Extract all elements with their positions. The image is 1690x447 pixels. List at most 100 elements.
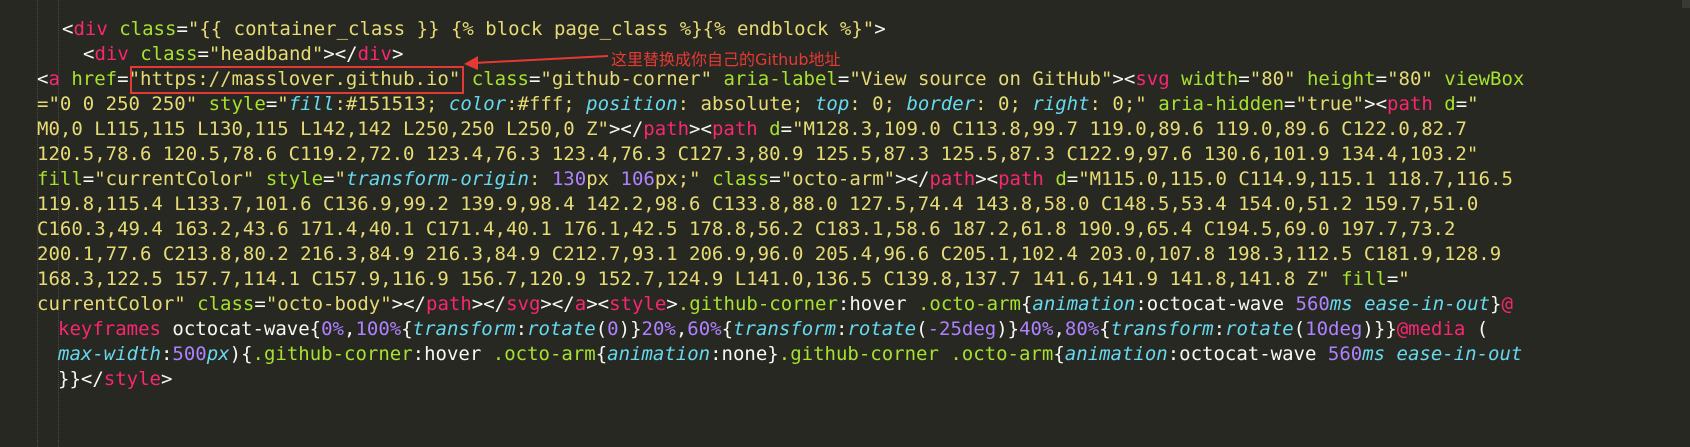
highlight-box bbox=[130, 66, 464, 94]
code-token: rotate bbox=[847, 318, 917, 340]
code-token: style bbox=[103, 368, 161, 390]
code-token: color bbox=[448, 93, 507, 115]
code-token: .github-corner bbox=[252, 343, 413, 365]
code-token: : bbox=[836, 318, 848, 340]
code-token: style bbox=[208, 93, 266, 115]
code-token: = bbox=[1386, 268, 1399, 290]
code-token: : bbox=[1213, 318, 1226, 340]
code-token: 130 bbox=[551, 168, 587, 190]
code-token: ){ bbox=[229, 343, 253, 365]
code-token: ( bbox=[1293, 318, 1306, 340]
code-token: class bbox=[140, 43, 198, 65]
code-token: 500 bbox=[172, 343, 207, 365]
code-token: 200.1,77.6 C213.8,80.2 216.3,84.9 216.3,… bbox=[37, 243, 1502, 265]
code-token: :#151513; bbox=[334, 93, 449, 115]
code-token: ="0 0 250 250" bbox=[37, 93, 198, 115]
code-token: 119.8,115.4 L133.7,101.6 C136.9,99.2 139… bbox=[37, 193, 1479, 215]
code-token: }}</ bbox=[58, 368, 104, 390]
code-token: .github-corner bbox=[778, 343, 939, 365]
code-token: > bbox=[160, 368, 173, 390]
code-token: octocat-wave{ bbox=[160, 318, 322, 340]
code-token: = bbox=[117, 68, 129, 90]
code-token: div bbox=[357, 43, 392, 65]
code-token: )} bbox=[996, 318, 1020, 340]
code-token: ></ bbox=[540, 293, 575, 315]
code-token: animation bbox=[1064, 343, 1168, 365]
code-token: d bbox=[1055, 168, 1067, 190]
code-token: animation bbox=[1032, 293, 1136, 315]
code-token: = bbox=[1375, 68, 1388, 90]
code-token: = bbox=[265, 93, 278, 115]
code-token: keyframes bbox=[58, 318, 161, 340]
code-token: :octocat-wave bbox=[1167, 343, 1328, 365]
code-token: ></ bbox=[895, 168, 930, 190]
code-token: 168.3,122.5 157.7,114.1 C157.9,116.9 156… bbox=[37, 268, 1330, 290]
code-token: path bbox=[643, 118, 690, 140]
code-token: )} bbox=[618, 318, 642, 340]
code-token: = bbox=[769, 168, 781, 190]
code-editor[interactable]: <div class="{{ container_class }} {% blo… bbox=[0, 0, 1690, 447]
code-token: " bbox=[334, 168, 346, 190]
code-line: currentColor" class="octo-body"></path><… bbox=[37, 291, 1513, 318]
code-token: -25deg bbox=[927, 318, 997, 340]
code-token: style bbox=[265, 168, 324, 190]
code-token: > bbox=[666, 293, 678, 315]
code-token: >< bbox=[689, 118, 712, 140]
window-corner bbox=[1682, 0, 1690, 8]
code-token: < bbox=[62, 18, 74, 40]
code-token: .octo-arm bbox=[917, 293, 1021, 315]
code-line: 200.1,77.6 C213.8,80.2 216.3,84.9 216.3,… bbox=[37, 241, 1501, 268]
code-token: 100% bbox=[355, 318, 402, 340]
code-token: : 0; bbox=[849, 93, 907, 115]
code-token: < bbox=[83, 43, 95, 65]
code-token: { bbox=[721, 318, 734, 340]
code-token: .github-corner bbox=[677, 293, 838, 315]
code-token: = bbox=[197, 43, 209, 65]
code-token: max-width bbox=[58, 343, 161, 365]
annotation-arrow bbox=[464, 55, 609, 70]
code-token: top bbox=[814, 93, 850, 115]
code-token: aria-label bbox=[723, 68, 838, 90]
code-token: 20% bbox=[641, 318, 676, 340]
code-token: "octo-arm" bbox=[780, 168, 896, 190]
code-token: 560 bbox=[1327, 343, 1363, 365]
code-token: : bbox=[528, 168, 552, 190]
code-line: keyframes octocat-wave{0%,100%{transform… bbox=[58, 316, 1488, 343]
code-token: :octocat-wave bbox=[1135, 293, 1296, 315]
code-token: ms bbox=[1362, 343, 1386, 365]
code-token: path bbox=[929, 168, 976, 190]
code-token: = bbox=[1284, 93, 1296, 115]
code-token: : absolute; bbox=[677, 93, 815, 115]
code-token: :hover bbox=[837, 293, 918, 315]
code-token: right bbox=[1032, 93, 1090, 115]
code-token: path bbox=[998, 168, 1044, 190]
code-token: = bbox=[837, 68, 850, 90]
code-token: "headband" bbox=[208, 43, 324, 65]
code-token: : 0; bbox=[975, 93, 1033, 115]
code-token: >< bbox=[586, 293, 610, 315]
code-token: class bbox=[197, 293, 255, 315]
code-token: animation bbox=[607, 343, 711, 365]
code-token: px bbox=[586, 168, 621, 190]
code-token: div bbox=[94, 43, 129, 65]
code-token: a bbox=[574, 293, 587, 315]
code-token: " bbox=[1467, 93, 1479, 115]
code-token: = bbox=[1066, 168, 1079, 190]
code-token: = bbox=[323, 168, 335, 190]
code-token: class bbox=[712, 168, 770, 190]
code-token: " bbox=[277, 93, 289, 115]
code-token: = bbox=[82, 168, 95, 190]
code-token: fill bbox=[288, 93, 335, 115]
code-token: ></ bbox=[608, 118, 644, 140]
